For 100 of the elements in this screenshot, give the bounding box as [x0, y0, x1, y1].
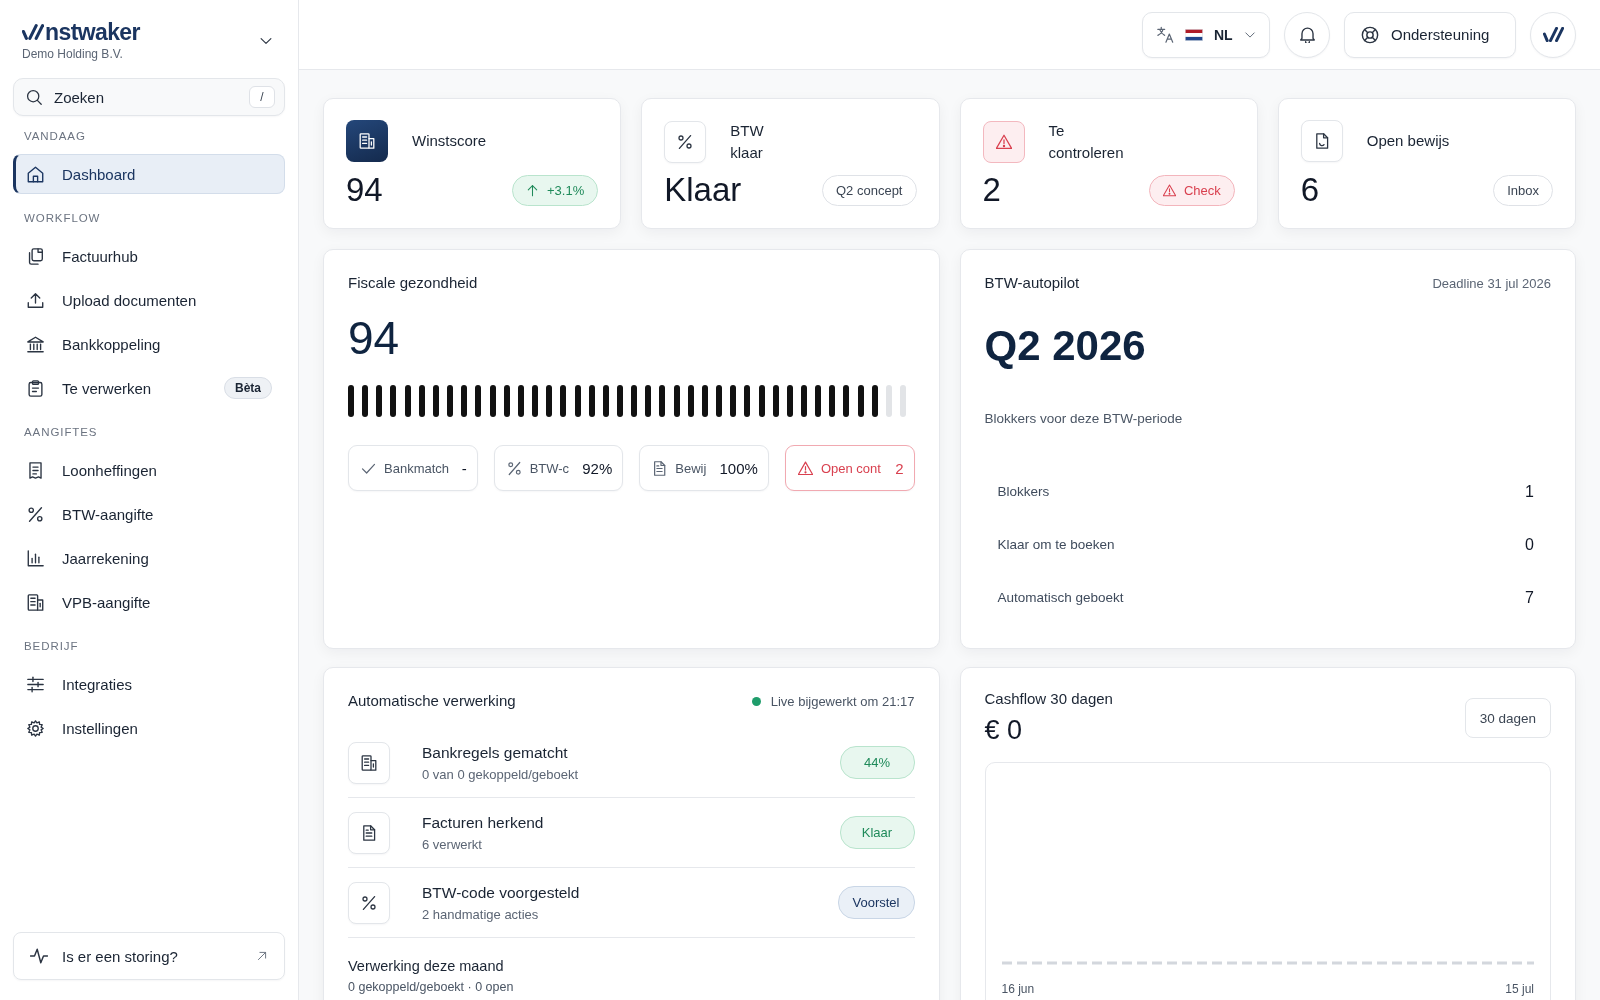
- arrow-up-right-icon: [256, 950, 268, 962]
- card-subtitle: Blokkers voor deze BTW-periode: [984, 410, 1183, 428]
- kpi-value: 94: [346, 172, 383, 208]
- metric-value: -: [461, 459, 467, 477]
- metric-label: Bankmatch: [384, 460, 450, 476]
- section-label: VANDAAG: [24, 130, 86, 143]
- stat-value: 7: [1525, 588, 1534, 607]
- section-label: BEDRIJF: [24, 640, 79, 653]
- metric-value: 100%: [719, 459, 758, 477]
- row-title: BTW-code voorgesteld: [422, 883, 580, 902]
- file-icon: [1300, 120, 1343, 162]
- status-badge: Klaar: [839, 816, 915, 849]
- kpi-value: 2: [982, 172, 1001, 208]
- account-button[interactable]: [1530, 11, 1576, 58]
- pulse-icon: [30, 947, 48, 965]
- row-title: Bankregels gematcht: [422, 743, 568, 762]
- stat-label: Automatisch geboekt: [997, 590, 1124, 605]
- metric-label: Bewij: [675, 460, 707, 476]
- status-link[interactable]: Is er een storing?: [13, 932, 285, 980]
- card-title: BTW-autopilot: [984, 274, 1080, 292]
- home-icon: [27, 165, 44, 183]
- badge-label: +3.1%: [547, 182, 585, 198]
- card-title: Fiscale gezondheid: [348, 274, 478, 292]
- stat-value: 1: [1525, 482, 1534, 501]
- nav-item[interactable]: Integraties: [13, 664, 285, 704]
- nav-item[interactable]: Dashboard: [13, 154, 285, 194]
- translate-icon: [1157, 26, 1174, 43]
- row-subtitle: 6 verwerkt: [422, 836, 482, 852]
- section-label: WORKFLOW: [24, 212, 101, 225]
- shortcut-key: /: [249, 86, 275, 108]
- building-icon: [346, 120, 388, 162]
- section-label: AANGIFTES: [24, 426, 98, 439]
- nav-item[interactable]: Bankkoppeling: [13, 324, 285, 364]
- kpi-title: Winstscore: [412, 131, 487, 151]
- kpi-title: Open bewijs: [1366, 131, 1450, 151]
- bank-icon: [27, 335, 44, 353]
- nav-item[interactable]: Factuurhub: [13, 236, 285, 276]
- status-badge: Inbox: [1493, 174, 1553, 206]
- warning-icon: [797, 460, 813, 476]
- settings-icon: [27, 719, 44, 737]
- metric-label: Open cont: [820, 460, 881, 476]
- kpi-title: BTW klaar: [730, 121, 764, 163]
- receipt-icon: [27, 461, 44, 479]
- card-title: Automatische verwerking: [348, 692, 516, 710]
- metric-value: 92%: [582, 459, 613, 477]
- kpi-value: Klaar: [664, 172, 742, 208]
- percent-icon: [27, 505, 44, 523]
- summary-text: 0 gekoppeld/geboekt · 0 open: [348, 980, 514, 995]
- nav-item[interactable]: Upload documenten: [13, 280, 285, 320]
- search-icon: [26, 89, 42, 105]
- status-badge: 44%: [839, 746, 915, 779]
- nav-item[interactable]: Loonheffingen: [13, 450, 285, 490]
- row-subtitle: 2 handmatige acties: [422, 906, 539, 922]
- support-button[interactable]: Ondersteuning: [1344, 11, 1516, 58]
- row-title: Facturen herkend: [422, 813, 544, 832]
- nav-item[interactable]: VPB-aangifte: [13, 582, 285, 622]
- period-value: Q2 2026: [984, 322, 1146, 370]
- axis-label: 16 jun: [1001, 982, 1035, 997]
- notifications-button[interactable]: [1284, 11, 1330, 58]
- nav-item[interactable]: BTW-aangifte: [13, 494, 285, 534]
- kpi-value: 6: [1300, 172, 1320, 208]
- percent-icon: [506, 460, 522, 476]
- deadline-text: Deadline 31 jul 2026: [1432, 275, 1551, 291]
- cashflow-value: € 0: [984, 714, 1023, 746]
- live-status-text: Live bijgewerkt om 21:17: [770, 693, 915, 709]
- period-button[interactable]: 30 dagen: [1464, 698, 1551, 738]
- lifebuoy-icon: [1361, 25, 1379, 44]
- bell-icon: [1298, 26, 1316, 43]
- nav-item[interactable]: Te verwerken Bèta: [13, 368, 285, 408]
- language-button[interactable]: NL: [1142, 11, 1270, 58]
- kpi-title: Te controleren: [1048, 121, 1124, 163]
- logo-mark-icon: [22, 24, 44, 40]
- documents-icon: [27, 247, 44, 265]
- health-score: 94: [348, 312, 400, 364]
- nav-item[interactable]: Jaarrekening: [13, 538, 285, 578]
- warning-icon: [982, 121, 1025, 163]
- document-icon: [348, 811, 390, 854]
- building-icon: [27, 593, 44, 611]
- building-icon: [348, 741, 390, 784]
- percent-icon: [664, 121, 707, 163]
- upload-icon: [27, 291, 44, 309]
- stat-value: 0: [1525, 535, 1534, 554]
- metric-value: 2: [895, 459, 904, 477]
- sliders-icon: [27, 675, 44, 693]
- warning-icon: [1162, 183, 1176, 197]
- axis-label: 15 jul: [1505, 982, 1534, 997]
- stat-label: Blokkers: [997, 484, 1050, 499]
- bar-chart-icon: [27, 549, 44, 567]
- badge-label: Check: [1183, 182, 1221, 198]
- logo-mark-icon: [1542, 27, 1564, 42]
- arrow-up-icon: [526, 183, 539, 197]
- status-badge: Voorstel: [837, 886, 915, 919]
- status-badge: Q2 concept: [822, 174, 917, 206]
- company-name: Demo Holding B.V.: [22, 47, 123, 61]
- nav-item[interactable]: Instellingen: [13, 708, 285, 748]
- stat-label: Klaar om te boeken: [997, 537, 1115, 552]
- flag-icon: [1185, 28, 1203, 41]
- brand-name: nstwaker: [45, 20, 140, 44]
- metric-label: BTW-c: [529, 460, 570, 476]
- document-icon: [652, 460, 668, 476]
